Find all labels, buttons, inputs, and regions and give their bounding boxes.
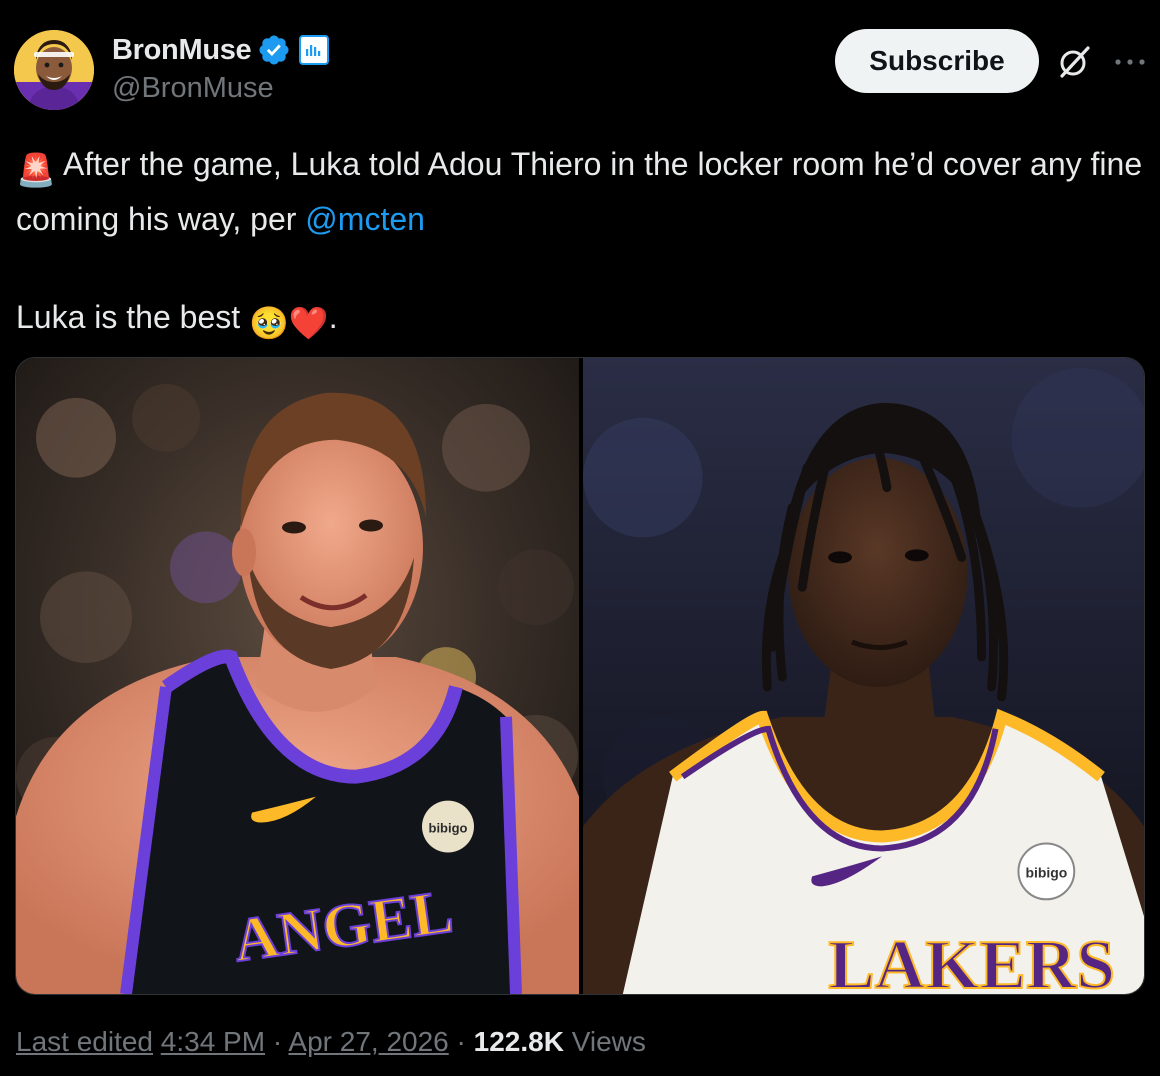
timestamp-time[interactable]: 4:34 PM xyxy=(161,1026,265,1057)
subscribe-button[interactable]: Subscribe xyxy=(835,29,1039,93)
tweet-closing-period: . xyxy=(328,299,338,335)
svg-text:bibigo: bibigo xyxy=(429,821,468,836)
tweet-closing-text: Luka is the best xyxy=(16,299,250,335)
grok-icon[interactable] xyxy=(1056,44,1092,80)
author-block: BronMuse @BronMuse xyxy=(112,30,330,105)
views-count: 122.8K xyxy=(473,1026,564,1057)
siren-emoji: 🚨 xyxy=(16,152,56,188)
media-grid: bibigo ANGEL bibigo LAKERS xyxy=(15,357,1145,995)
mention-link[interactable]: @mcten xyxy=(305,201,425,237)
name-row: BronMuse xyxy=(112,30,330,70)
analytics-badge-icon[interactable] xyxy=(299,35,330,65)
more-icon[interactable] xyxy=(1112,50,1148,74)
views-label: Views xyxy=(571,1026,646,1057)
tweet[interactable]: BronMuse @BronMuse Subscribe 🚨 After the… xyxy=(0,0,1160,1076)
tweet-text: 🚨 After the game, Luka told Adou Thiero … xyxy=(16,140,1146,348)
tweet-line-1: 🚨 After the game, Luka told Adou Thiero … xyxy=(16,140,1146,244)
meta-separator: · xyxy=(265,1026,289,1057)
svg-text:LAKERS: LAKERS xyxy=(828,927,1115,994)
meta-separator-2: · xyxy=(448,1026,474,1057)
avatar-cartoon-icon xyxy=(14,30,94,110)
tweet-meta: Last edited 4:34 PM · Apr 27, 2026 · 122… xyxy=(16,1026,646,1058)
photo-right[interactable]: bibigo LAKERS xyxy=(583,358,1144,994)
last-edited-link[interactable]: Last edited xyxy=(16,1026,153,1057)
photo-left[interactable]: bibigo ANGEL xyxy=(16,358,579,994)
svg-text:bibigo: bibigo xyxy=(1025,864,1067,880)
red-heart-emoji: ❤️ xyxy=(288,305,329,341)
pleading-face-emoji: 🥹 xyxy=(249,305,289,341)
player-photo-thiero: bibigo LAKERS xyxy=(583,358,1144,994)
handle[interactable]: @BronMuse xyxy=(112,72,329,105)
verified-badge-icon[interactable] xyxy=(257,33,291,67)
tweet-line-2: Luka is the best 🥹❤️. xyxy=(16,293,1146,348)
timestamp-date[interactable]: Apr 27, 2026 xyxy=(288,1026,448,1057)
player-photo-luka: bibigo ANGEL xyxy=(16,358,579,994)
display-name[interactable]: BronMuse xyxy=(112,34,252,67)
bar-chart-icon xyxy=(306,45,321,56)
tweet-body-text: After the game, Luka told Adou Thiero in… xyxy=(16,146,1143,237)
avatar[interactable] xyxy=(14,30,94,110)
